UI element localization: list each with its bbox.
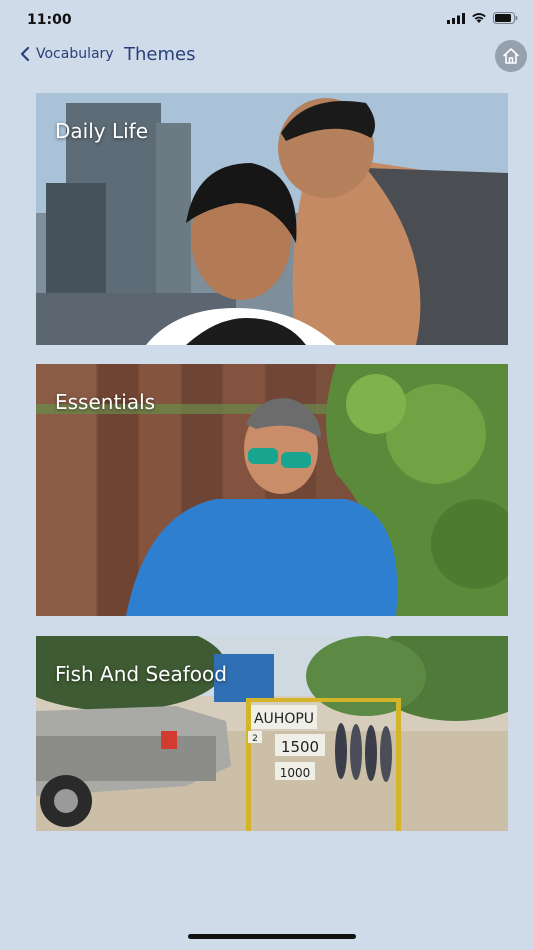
fish-name-sign: AUHOPU: [254, 711, 314, 727]
status-icons: [447, 12, 518, 24]
price-sign-main: 1500: [281, 738, 319, 756]
theme-card-daily-life[interactable]: Daily Life: [36, 93, 508, 345]
page-title: Themes: [124, 44, 196, 65]
sign-number: 2: [252, 734, 258, 744]
theme-title: Fish And Seafood: [55, 662, 227, 686]
battery-icon: [493, 12, 518, 24]
navigation-bar: Vocabulary Themes: [0, 40, 534, 74]
theme-card-essentials[interactable]: Essentials: [36, 364, 508, 616]
status-bar: 11:00: [0, 0, 534, 44]
theme-title: Essentials: [55, 390, 156, 414]
status-time: 11:00: [27, 12, 72, 28]
theme-card-fish-and-seafood[interactable]: AUHOPU 2 1500 1000 Fish And Seafood: [36, 636, 508, 831]
price-sign-small: 1000: [280, 766, 311, 780]
home-icon: [503, 48, 519, 64]
wifi-icon: [472, 13, 486, 23]
cellular-signal-icon: [447, 12, 465, 24]
home-button[interactable]: [495, 40, 527, 72]
chevron-left-icon: [20, 46, 30, 62]
home-indicator[interactable]: [188, 934, 356, 939]
theme-title: Daily Life: [55, 119, 149, 143]
back-button[interactable]: Vocabulary: [20, 46, 114, 62]
back-button-label: Vocabulary: [36, 46, 114, 62]
